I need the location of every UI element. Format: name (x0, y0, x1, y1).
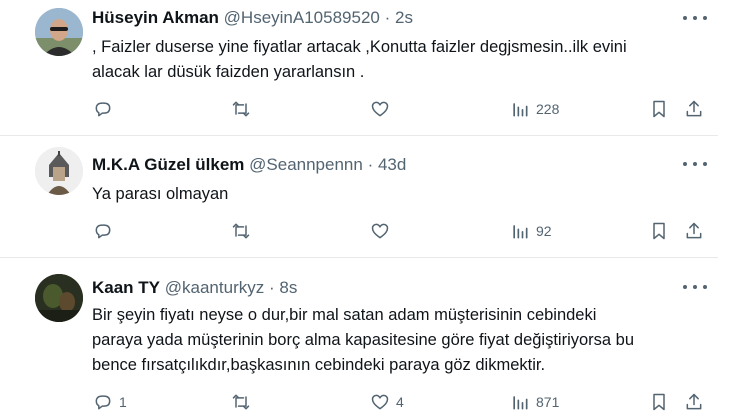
dark-photo-avatar-icon (35, 274, 83, 322)
tweet-header: Kaan TY @kaanturkyz · 8s (92, 278, 297, 298)
view-count: 92 (536, 223, 552, 239)
like-button[interactable]: 4 (370, 391, 404, 413)
separator-dot: · (384, 8, 391, 27)
tweet-text: Ya parası olmayan (92, 182, 712, 207)
timestamp[interactable]: 43d (378, 155, 406, 174)
reply-count: 1 (119, 394, 127, 410)
view-count: 228 (536, 101, 560, 117)
like-button[interactable] (370, 98, 396, 120)
retweet-icon (232, 394, 250, 410)
bookmark-icon (653, 393, 665, 411)
bookmark-button[interactable] (649, 220, 669, 242)
heart-icon (371, 394, 389, 410)
bar-chart-icon (513, 103, 528, 117)
separator-dot: · (268, 278, 275, 297)
reply-button[interactable] (93, 220, 119, 242)
display-name[interactable]: M.K.A Güzel ülkem (92, 155, 244, 174)
avatar[interactable] (35, 8, 83, 56)
bookmark-button[interactable] (649, 391, 669, 413)
view-count: 871 (536, 394, 560, 410)
views-button[interactable]: 228 (510, 98, 559, 120)
views-button[interactable]: 92 (510, 220, 552, 242)
bookmark-icon (653, 222, 665, 240)
tweet-text-line: paraya yada müşterinin borç alma kapasit… (92, 331, 635, 349)
more-options-icon[interactable] (683, 280, 707, 294)
tweet-text-line: bence fırsatçılıkdır,başkasının cebindek… (92, 356, 546, 374)
reply-button[interactable]: 1 (93, 391, 127, 413)
tweet-header: Hüseyin Akman @HseyinA10589520 · 2s (92, 8, 413, 28)
tweet-text-line: alacak lar düsük faizden yararlansın . (92, 63, 365, 81)
separator-dot: · (367, 155, 374, 174)
bookmark-icon (653, 100, 665, 118)
heart-icon (371, 101, 389, 117)
retweet-button[interactable] (231, 98, 257, 120)
tweet-text: , Faizler duserse yine fiyatlar artacak … (92, 35, 712, 85)
timestamp[interactable]: 8s (279, 278, 297, 297)
user-handle[interactable]: @kaanturkyz (165, 278, 264, 297)
share-icon (686, 100, 702, 117)
retweet-button[interactable] (231, 220, 257, 242)
avatar[interactable] (35, 274, 83, 322)
display-name[interactable]: Hüseyin Akman (92, 8, 219, 27)
heart-icon (371, 223, 389, 239)
man-with-sunglasses-avatar-icon (35, 8, 83, 56)
share-icon (686, 222, 702, 239)
reply-icon (95, 224, 111, 239)
more-options-icon[interactable] (683, 157, 707, 171)
tweet-2[interactable]: M.K.A Güzel ülkem @Seannpennn · 43d Ya p… (0, 135, 718, 258)
share-button[interactable] (684, 220, 704, 242)
user-handle[interactable]: @HseyinA10589520 (224, 8, 380, 27)
like-button[interactable] (370, 220, 396, 242)
share-icon (686, 393, 702, 410)
reply-icon (95, 102, 111, 117)
timestamp[interactable]: 2s (395, 8, 413, 27)
tweet-text-line: Bir şeyin fiyatı neyse o dur,bir mal sat… (92, 306, 597, 324)
display-name[interactable]: Kaan TY (92, 278, 160, 297)
reply-icon (95, 395, 111, 410)
views-button[interactable]: 871 (510, 391, 559, 413)
bar-chart-icon (513, 396, 528, 410)
warrior-helmet-avatar-icon (35, 147, 83, 195)
retweet-icon (232, 223, 250, 239)
more-options-icon[interactable] (683, 11, 707, 25)
retweet-button[interactable] (231, 391, 257, 413)
tweet-text-line: , Faizler duserse yine fiyatlar artacak … (92, 38, 627, 56)
tweet-header: M.K.A Güzel ülkem @Seannpennn · 43d (92, 155, 406, 175)
avatar[interactable] (35, 147, 83, 195)
user-handle[interactable]: @Seannpennn (249, 155, 363, 174)
tweet-3[interactable]: Kaan TY @kaanturkyz · 8s Bir şeyin fiyat… (0, 257, 718, 420)
tweet-text-line: Ya parası olmayan (92, 185, 229, 203)
like-count: 4 (396, 394, 404, 410)
share-button[interactable] (684, 391, 704, 413)
tweet-1[interactable]: Hüseyin Akman @HseyinA10589520 · 2s , Fa… (0, 0, 718, 136)
bar-chart-icon (513, 225, 528, 239)
tweet-text: Bir şeyin fiyatı neyse o dur,bir mal sat… (92, 303, 712, 378)
bookmark-button[interactable] (649, 98, 669, 120)
reply-button[interactable] (93, 98, 119, 120)
retweet-icon (232, 101, 250, 117)
share-button[interactable] (684, 98, 704, 120)
